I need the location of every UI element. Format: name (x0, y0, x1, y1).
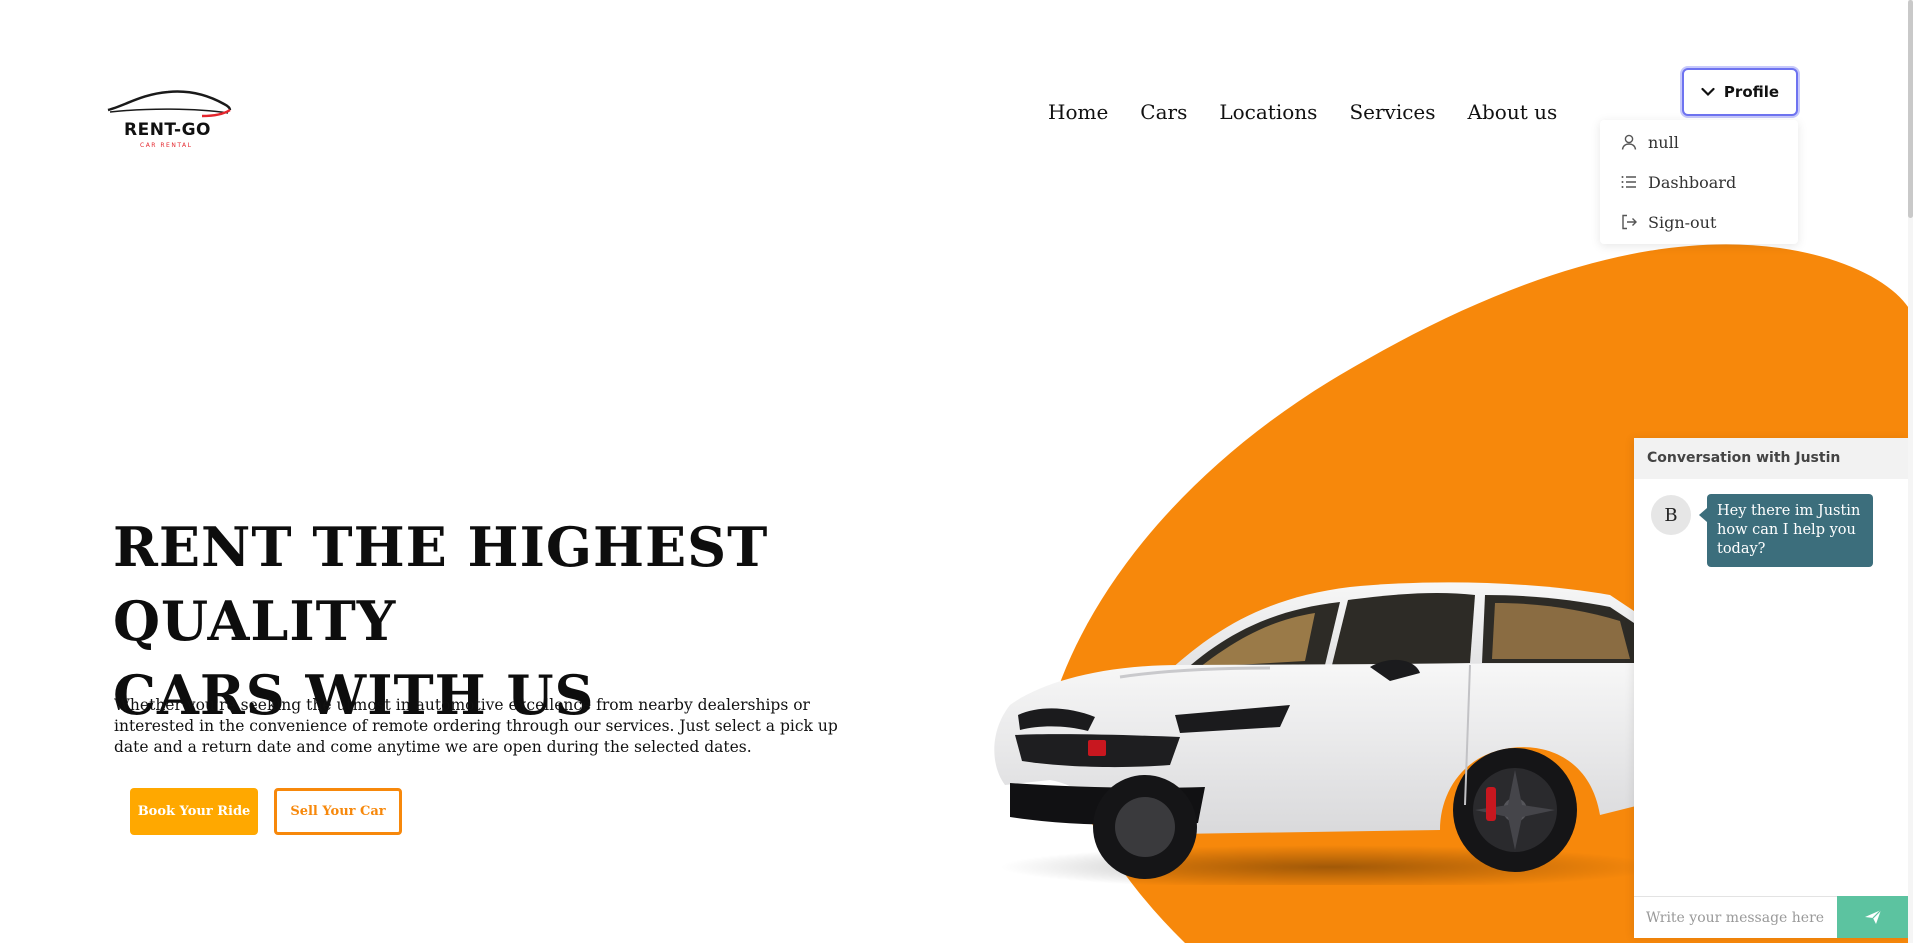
logo-tagline: CAR RENTAL (140, 142, 193, 149)
dropdown-item-user[interactable]: null (1620, 128, 1679, 156)
nav-locations[interactable]: Locations (1219, 100, 1317, 124)
dropdown-item-user-label: null (1648, 132, 1679, 152)
chat-message-bubble: Hey there im Justin how can I help you t… (1699, 494, 1873, 567)
chat-header-title: Conversation with Justin (1634, 438, 1908, 479)
car-image (994, 582, 1640, 885)
profile-button-label: Profile (1723, 83, 1780, 101)
chevron-down-icon (1701, 87, 1715, 97)
logo-name: RENT-GO (124, 120, 211, 140)
send-icon (1864, 909, 1881, 924)
nav-cars[interactable]: Cars (1140, 100, 1187, 124)
hero-description: Whether you're seeking the utmost in aut… (114, 696, 838, 756)
sign-out-icon (1622, 214, 1637, 230)
nav-services[interactable]: Services (1349, 100, 1435, 124)
page-scrollbar-thumb[interactable] (1908, 0, 1913, 218)
chat-avatar: B (1651, 495, 1691, 535)
chat-send-button[interactable] (1837, 896, 1908, 938)
dropdown-item-dashboard[interactable]: Dashboard (1620, 168, 1736, 196)
user-icon (1621, 134, 1637, 150)
page: RENT-GO CAR RENTAL Home Cars Locations S… (0, 0, 1913, 943)
sell-your-car-button[interactable]: Sell Your Car (274, 788, 402, 835)
nav-home[interactable]: Home (1048, 100, 1108, 124)
main-nav: Home Cars Locations Services About us (1048, 100, 1557, 124)
hero-title-line-1: RENT THE HIGHEST QUALITY (113, 515, 769, 653)
list-icon (1621, 176, 1636, 188)
chat-widget: Conversation with Justin B Hey there im … (1634, 438, 1908, 938)
dropdown-item-sign-out-label: Sign-out (1648, 212, 1717, 232)
profile-button[interactable]: Profile (1682, 68, 1798, 116)
dropdown-item-sign-out[interactable]: Sign-out (1620, 208, 1716, 236)
dropdown-item-dashboard-label: Dashboard (1648, 172, 1737, 192)
book-your-ride-button[interactable]: Book Your Ride (130, 788, 258, 835)
brand-logo[interactable]: RENT-GO CAR RENTAL (106, 86, 232, 152)
nav-about-us[interactable]: About us (1468, 100, 1558, 124)
profile-dropdown-menu: null Dashboard Sign-out (1600, 120, 1798, 244)
car-silhouette-icon (107, 90, 232, 118)
chat-message-input[interactable] (1634, 896, 1837, 938)
